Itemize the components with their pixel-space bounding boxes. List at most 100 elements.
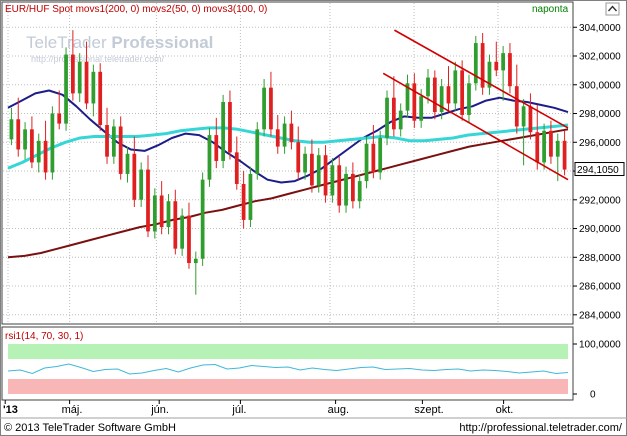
candle-body: [514, 86, 519, 127]
footer-url[interactable]: http://professional.teletrader.com/: [459, 422, 623, 434]
candle-body: [310, 153, 314, 186]
candle-body: [139, 169, 144, 200]
candle-body: [282, 123, 287, 147]
candle-body: [50, 113, 55, 173]
price-tick-label: 292,0000: [579, 195, 621, 206]
candle-body: [118, 126, 123, 174]
rsi-overbought-band: [8, 344, 568, 359]
chart-header-title: EUR/HUF Spot movs1(200, 0) movs2(50, 0) …: [5, 4, 267, 15]
time-tick-label: '13: [3, 404, 18, 416]
candle-body: [159, 195, 164, 228]
candle-body: [132, 153, 137, 200]
candle-body: [77, 61, 82, 94]
candle-body: [152, 195, 157, 232]
rsi-oversold-band: [8, 379, 568, 394]
candle-body: [248, 173, 253, 220]
collapse-button[interactable]: [605, 2, 620, 16]
candle-body: [453, 70, 458, 104]
price-tick-label: 296,0000: [579, 138, 621, 149]
candle-body: [30, 129, 34, 163]
candle-body: [371, 143, 376, 173]
candle-body: [446, 86, 451, 104]
candle-body: [146, 169, 150, 232]
candle-body: [125, 153, 130, 174]
candle-body: [255, 129, 260, 174]
candle-body: [398, 110, 403, 130]
last-price-label: 294,1050: [577, 165, 619, 176]
candle-body: [385, 97, 389, 138]
candle-body: [391, 97, 396, 130]
candle-body: [180, 215, 185, 249]
candle-body: [378, 137, 383, 173]
candle-body: [64, 54, 68, 124]
candle-body: [426, 77, 430, 97]
candle-body: [214, 135, 219, 161]
candle-body: [9, 119, 14, 140]
candle-body: [412, 83, 417, 121]
candle-body: [111, 126, 116, 157]
candle-body: [344, 173, 348, 206]
candle-body: [316, 155, 321, 186]
rsi-tick-label: 0: [590, 390, 596, 401]
candle-body: [460, 70, 465, 115]
candle-body: [351, 173, 355, 202]
price-tick-label: 302,0000: [579, 52, 621, 63]
price-tick-label: 284,0000: [579, 310, 621, 321]
time-tick-label: júl.: [231, 404, 246, 416]
collapse-button-box: [605, 2, 620, 16]
candle-body: [200, 179, 205, 259]
watermark-url: http://professional.teletrader.com/: [31, 54, 165, 64]
candle-body: [84, 61, 89, 104]
candle-body: [494, 61, 499, 71]
candle-body: [16, 119, 21, 150]
candle-body: [467, 83, 471, 115]
candle-body: [221, 102, 225, 161]
candle-body: [262, 87, 266, 130]
price-tick-label: 300,0000: [579, 80, 621, 91]
candle-body: [23, 129, 27, 150]
candle-body: [166, 201, 171, 228]
time-tick-label: jún.: [150, 404, 169, 416]
candle-body: [91, 71, 96, 104]
candle-body: [71, 54, 75, 94]
candle-body: [228, 102, 232, 153]
candle-body: [296, 142, 301, 173]
candle-body: [98, 71, 103, 126]
candle-body: [234, 152, 239, 184]
candle-body: [193, 258, 198, 264]
candle-body: [555, 140, 560, 157]
price-tick-label: 304,0000: [579, 23, 621, 34]
candle-body: [57, 113, 62, 124]
price-tick-label: 290,0000: [579, 224, 621, 235]
candle-body: [187, 215, 191, 264]
candle-body: [432, 77, 437, 113]
chart-frame: TeleTrader Professional http://professio…: [0, 0, 627, 436]
candle-body: [337, 165, 342, 206]
candle-body: [528, 106, 533, 133]
candle-body: [289, 123, 294, 143]
rsi-tick-label: 100,0000: [579, 340, 621, 351]
candle-body: [562, 140, 567, 170]
time-tick-label: szept.: [414, 404, 443, 416]
candle-body: [36, 140, 41, 163]
candle-body: [521, 106, 526, 127]
candle-body: [275, 129, 280, 147]
price-tick-label: 298,0000: [579, 109, 621, 120]
candle-body: [535, 132, 540, 163]
candle-body: [207, 135, 212, 180]
candle-body: [501, 53, 505, 71]
candle-body: [508, 53, 512, 87]
candle-body: [269, 87, 273, 130]
candle-body: [364, 143, 369, 182]
candle-body: [303, 153, 307, 173]
candle-body: [105, 125, 109, 157]
candle-body: [357, 181, 362, 202]
candle-body: [43, 140, 48, 173]
time-tick-label: aug.: [328, 404, 349, 416]
watermark-brand: TeleTrader Professional: [26, 33, 213, 52]
candle-body: [549, 130, 553, 157]
candle-body: [241, 183, 246, 220]
price-tick-label: 288,0000: [579, 253, 621, 264]
candle-body: [330, 165, 335, 196]
candle-body: [173, 201, 178, 249]
